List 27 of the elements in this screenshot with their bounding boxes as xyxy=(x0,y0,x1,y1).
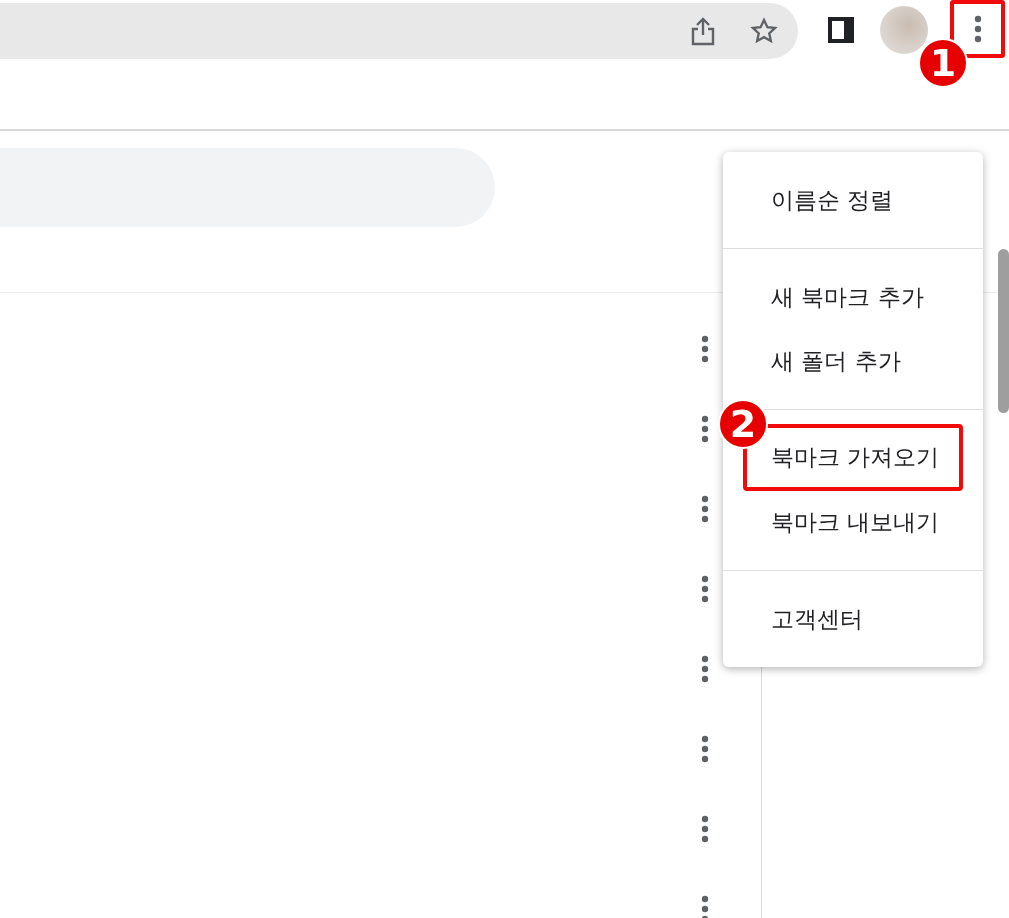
more-button[interactable] xyxy=(701,415,709,443)
step-badge: 1 xyxy=(918,38,968,88)
more-button[interactable] xyxy=(701,495,709,523)
menu-item[interactable]: 이름순 정렬 xyxy=(723,168,983,232)
more-button[interactable] xyxy=(701,815,709,843)
more-icon xyxy=(701,735,709,763)
more-icon xyxy=(701,895,709,918)
menu-item[interactable]: 새 북마크 추가 xyxy=(723,265,983,329)
menu-item[interactable]: 고객센터 xyxy=(723,587,983,651)
more-icon xyxy=(701,495,709,523)
more-icon xyxy=(701,335,709,363)
more-button[interactable] xyxy=(701,895,709,918)
menu-item[interactable]: 새 폴더 추가 xyxy=(723,329,983,393)
star-icon[interactable] xyxy=(750,17,778,45)
menu-item[interactable]: 북마크 내보내기 xyxy=(723,490,983,554)
more-icon xyxy=(701,575,709,603)
more-button[interactable] xyxy=(701,575,709,603)
menu-icon xyxy=(973,15,982,43)
more-icon xyxy=(701,655,709,683)
more-button[interactable] xyxy=(701,655,709,683)
more-icon xyxy=(701,415,709,443)
share-icon[interactable] xyxy=(690,16,716,46)
side-panel-icon[interactable] xyxy=(828,17,854,43)
more-button[interactable] xyxy=(701,735,709,763)
more-icon xyxy=(701,815,709,843)
more-button[interactable] xyxy=(701,335,709,363)
scrollbar[interactable] xyxy=(998,249,1009,413)
